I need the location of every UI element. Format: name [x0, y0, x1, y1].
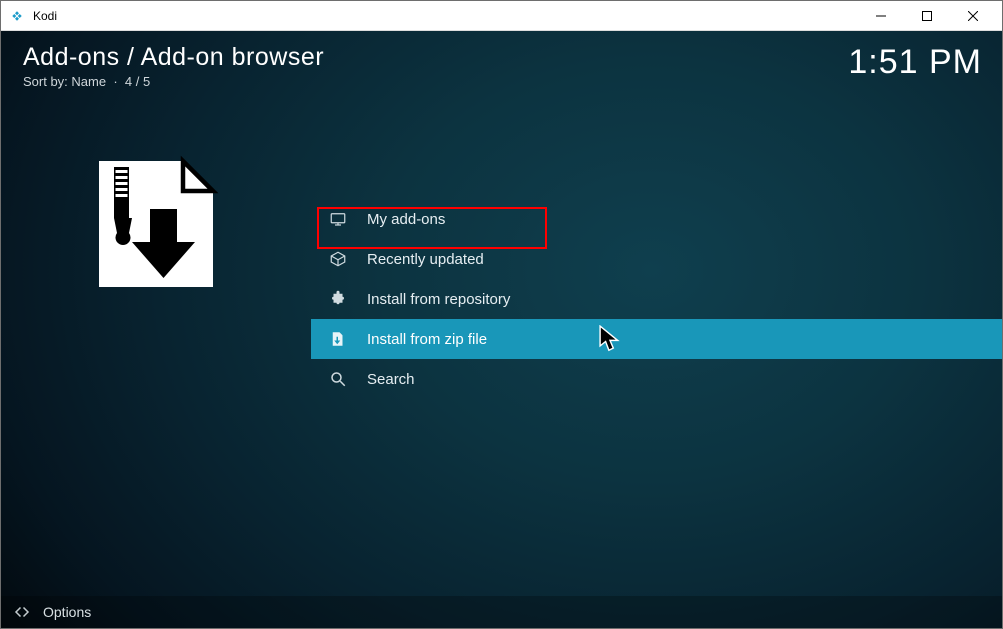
menu-item-label: Search — [367, 371, 415, 388]
menu-list: My add-ons Recently updated Install from… — [311, 89, 1002, 596]
puzzle-icon — [327, 290, 349, 308]
maximize-button[interactable] — [904, 1, 950, 31]
window-title: Kodi — [33, 9, 57, 23]
kodi-logo-icon — [9, 8, 25, 24]
menu-item-search[interactable]: Search — [311, 359, 1002, 399]
clock: 1:51 PM — [848, 43, 982, 82]
menu-item-install-repository[interactable]: Install from repository — [311, 279, 1002, 319]
menu-item-my-addons[interactable]: My add-ons — [311, 199, 1002, 239]
main-area: My add-ons Recently updated Install from… — [1, 89, 1002, 596]
options-icon — [13, 603, 31, 621]
menu-item-recently-updated[interactable]: Recently updated — [311, 239, 1002, 279]
close-button[interactable] — [950, 1, 996, 31]
options-label: Options — [43, 604, 91, 620]
menu-item-label: Install from zip file — [367, 331, 487, 348]
menu-item-label: My add-ons — [367, 211, 445, 228]
app-window: Kodi Add-ons / Add-on browser Sort by: N… — [0, 0, 1003, 629]
box-icon — [327, 250, 349, 268]
zip-file-large-icon — [81, 149, 231, 304]
list-position: 4 / 5 — [125, 74, 150, 89]
kodi-app: Add-ons / Add-on browser Sort by: Name ·… — [1, 31, 1002, 628]
menu-item-label: Recently updated — [367, 251, 484, 268]
sort-label: Sort by: Name — [23, 74, 106, 89]
header: Add-ons / Add-on browser Sort by: Name ·… — [1, 31, 1002, 89]
minimize-button[interactable] — [858, 1, 904, 31]
sort-line: Sort by: Name · 4 / 5 — [23, 74, 848, 89]
monitor-icon — [327, 210, 349, 228]
breadcrumb: Add-ons / Add-on browser — [23, 43, 848, 72]
side-panel — [1, 89, 311, 596]
zip-down-icon — [327, 330, 349, 348]
titlebar: Kodi — [1, 1, 1002, 31]
menu-item-install-zip[interactable]: Install from zip file — [311, 319, 1002, 359]
menu-item-label: Install from repository — [367, 291, 510, 308]
footer-bar[interactable]: Options — [1, 596, 1002, 628]
search-icon — [327, 370, 349, 388]
